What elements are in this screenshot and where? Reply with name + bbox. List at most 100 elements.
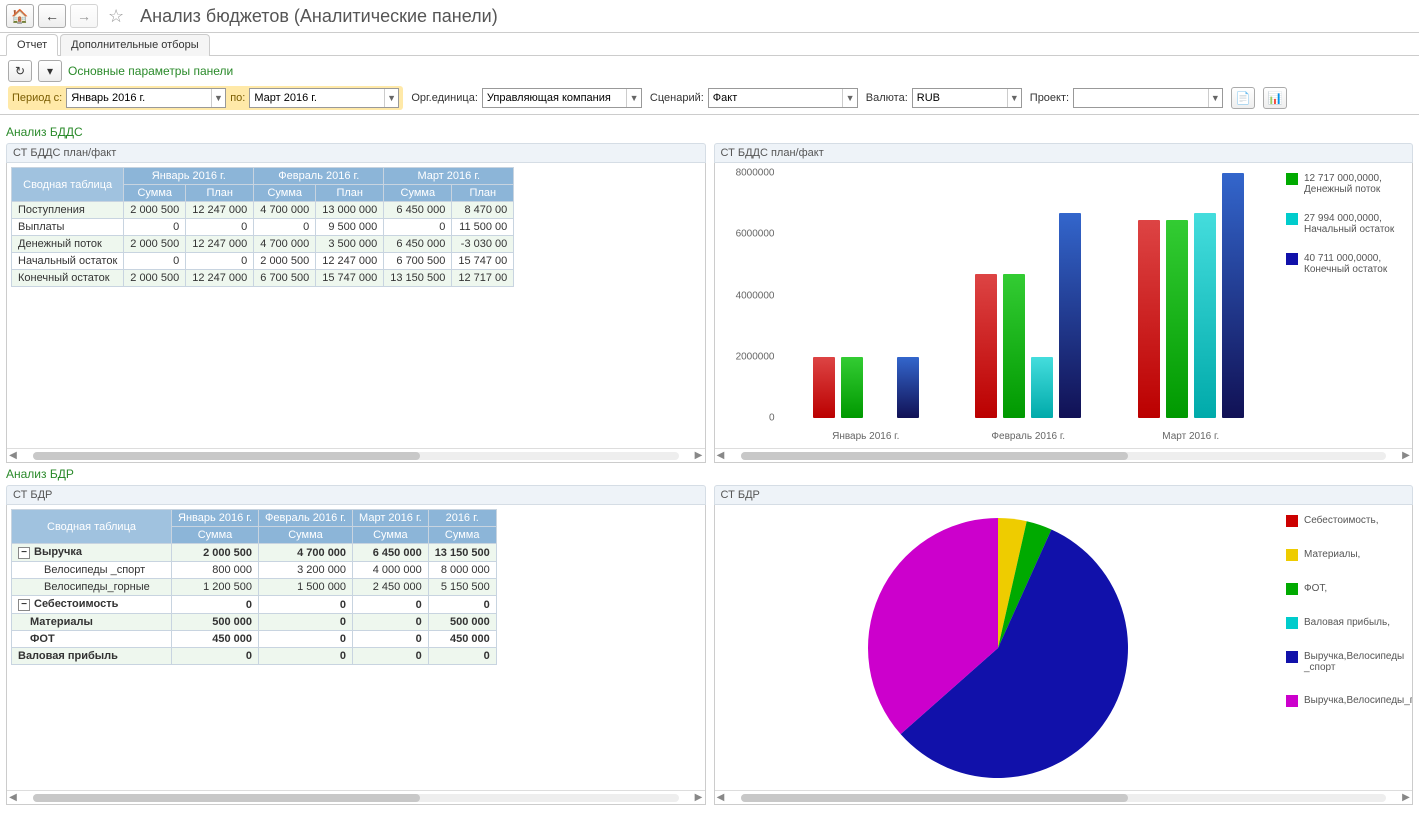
legend-swatch-icon [1286,583,1298,595]
project-input[interactable] [1074,89,1208,107]
org-combo[interactable]: ▼ [482,88,642,108]
scroll-left-icon[interactable]: ◀ [7,792,19,803]
scroll-left-icon[interactable]: ◀ [715,450,727,461]
legend-label: 27 994 000,0000, Начальный остаток [1304,213,1408,235]
h-scrollbar[interactable]: ◀ ▶ [715,448,1413,462]
tab-report[interactable]: Отчет [6,34,58,56]
scenario-combo[interactable]: ▼ [708,88,858,108]
scroll-right-icon[interactable]: ▶ [693,450,705,461]
legend-swatch-icon [1286,695,1298,707]
cell: -3 030 00 [452,236,514,253]
legend-label: Выручка,Велосипеды_горные [1304,695,1412,707]
row-label: ФОТ [12,631,172,648]
sub-header: Сумма [254,185,316,202]
dropdown-arrow-icon[interactable]: ▼ [211,89,226,107]
scroll-right-icon[interactable]: ▶ [693,792,705,803]
home-button[interactable]: 🏠 [6,4,34,28]
cell: 13 000 000 [316,202,384,219]
bdds-table-panel: СТ БДДС план/факт Сводная таблицаЯнварь … [6,143,706,463]
legend-label: 12 717 000,0000, Денежный поток [1304,173,1408,195]
favorite-icon[interactable]: ☆ [108,6,124,27]
legend-swatch-icon [1286,651,1298,663]
cell: 2 000 500 [254,253,316,270]
tree-toggle-icon[interactable]: − [18,599,30,611]
dropdown-arrow-icon[interactable]: ▼ [384,89,398,107]
dropdown-arrow-icon[interactable]: ▼ [1007,89,1021,107]
page-title: Анализ бюджетов (Аналитические панели) [140,6,498,27]
cell: 15 747 000 [316,270,384,287]
bar [1031,357,1053,418]
legend-item: ФОТ, [1286,583,1408,595]
org-label: Орг.единица: [411,92,478,104]
sub-header: План [452,185,514,202]
scroll-left-icon[interactable]: ◀ [715,792,727,803]
currency-label: Валюта: [866,92,908,104]
cell: 0 [259,614,353,631]
scroll-right-icon[interactable]: ▶ [1400,450,1412,461]
bar [897,357,919,418]
dropdown-arrow-icon[interactable]: ▼ [1208,89,1222,107]
scenario-group: Сценарий: ▼ [650,88,858,108]
section-bdr-title: Анализ БДР [6,467,1413,481]
h-scrollbar[interactable]: ◀ ▶ [7,790,705,804]
dropdown-arrow-icon[interactable]: ▼ [626,89,641,107]
dropdown-arrow-icon[interactable]: ▼ [842,89,856,107]
refresh-button[interactable]: ↻ [8,60,32,82]
scroll-left-icon[interactable]: ◀ [7,450,19,461]
currency-combo[interactable]: ▼ [912,88,1022,108]
period-from-input[interactable] [67,89,210,107]
bdr-pie-chart: Себестоимость,Материалы,ФОТ,Валовая приб… [715,505,1413,790]
tab-filters[interactable]: Дополнительные отборы [60,34,210,56]
collapse-filter-button[interactable]: ▾ [38,60,62,82]
legend-item: 40 711 000,0000, Конечный остаток [1286,253,1408,275]
project-group: Проект: ▼ [1030,88,1223,108]
x-tick: Февраль 2016 г. [947,431,1110,442]
cell: 5 150 500 [428,579,496,596]
sub-header: Сумма [172,527,259,544]
row-label: −Себестоимость [12,596,172,614]
row-label: Велосипеды_горные [12,579,172,596]
currency-input[interactable] [913,89,1007,107]
row-label: Денежный поток [12,236,124,253]
scenario-input[interactable] [709,89,843,107]
period-to-input[interactable] [250,89,384,107]
legend-label: Выручка,Велосипеды _спорт [1304,651,1408,673]
table-row: −Себестоимость0000 [12,596,497,614]
legend-label: Себестоимость, [1304,515,1378,527]
cell: 0 [384,219,452,236]
month-header: Февраль 2016 г. [259,510,353,527]
cell: 12 717 00 [452,270,514,287]
forward-button[interactable]: → [70,4,98,28]
table-row: Валовая прибыль0000 [12,648,497,665]
tree-toggle-icon[interactable]: − [18,547,30,559]
period-to-combo[interactable]: ▼ [249,88,399,108]
cell: 0 [259,631,353,648]
cell: 11 500 00 [452,219,514,236]
tabs-bar: Отчет Дополнительные отборы [0,33,1419,56]
settings-button[interactable]: 📊 [1263,87,1287,109]
h-scrollbar[interactable]: ◀ ▶ [7,448,705,462]
cell: 1 500 000 [259,579,353,596]
table-row: Материалы500 00000500 000 [12,614,497,631]
period-from-combo[interactable]: ▼ [66,88,226,108]
cell: 3 200 000 [259,562,353,579]
cell: 0 [259,648,353,665]
bdr-table-panel: СТ БДР Сводная таблицаЯнварь 2016 г.Февр… [6,485,706,805]
row-label: Выплаты [12,219,124,236]
scroll-right-icon[interactable]: ▶ [1400,792,1412,803]
bar-group [947,173,1110,418]
legend-item: Выручка,Велосипеды _спорт [1286,651,1408,673]
cell: 6 450 000 [384,202,452,219]
export-button[interactable]: 📄 [1231,87,1255,109]
cell: 0 [124,219,186,236]
y-tick: 0 [769,413,775,424]
table-row: Конечный остаток2 000 50012 247 0006 700… [12,270,514,287]
back-button[interactable]: ← [38,4,66,28]
h-scrollbar[interactable]: ◀ ▶ [715,790,1413,804]
bdds-table-title: СТ БДДС план/факт [6,143,706,163]
project-combo[interactable]: ▼ [1073,88,1223,108]
bdds-chart-title: СТ БДДС план/факт [714,143,1414,163]
bdds-chart-panel: СТ БДДС план/факт 0200000040000006000000… [714,143,1414,463]
row-label: Материалы [12,614,172,631]
org-input[interactable] [483,89,626,107]
